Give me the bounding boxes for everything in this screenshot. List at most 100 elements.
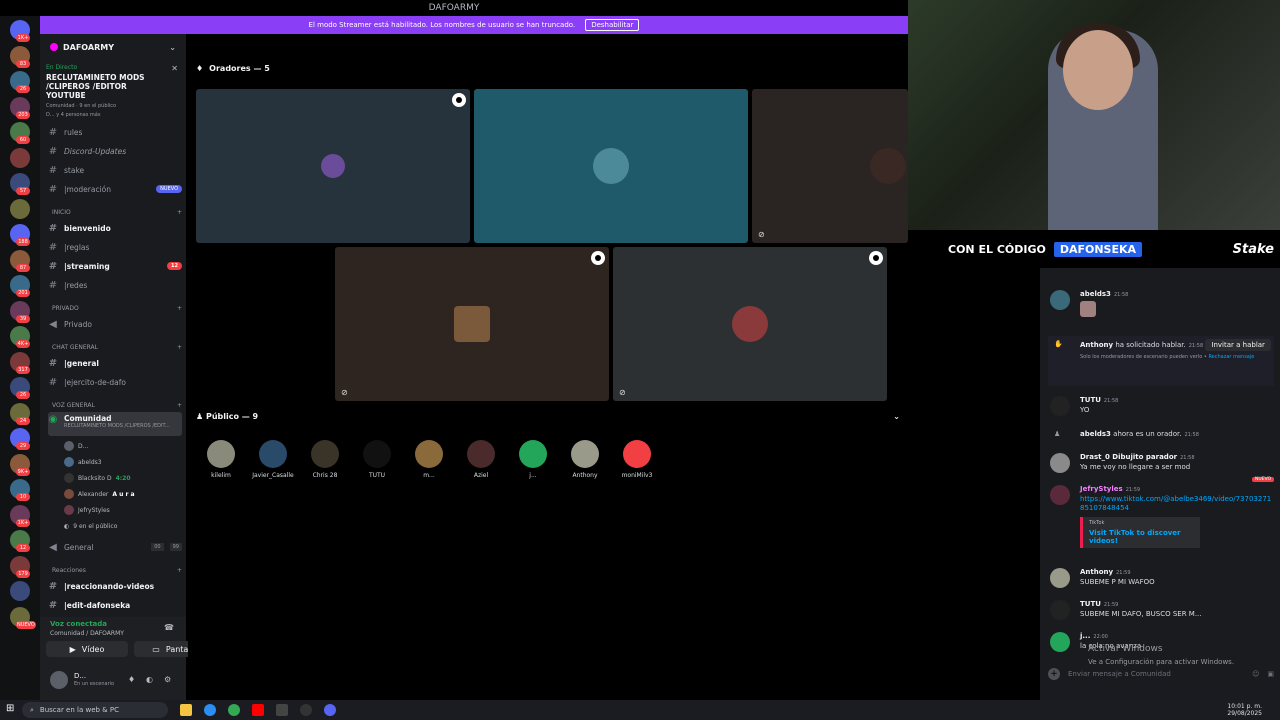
server-icon[interactable]: 60 [10, 122, 30, 144]
youtube-icon[interactable] [252, 704, 264, 716]
server-icon[interactable]: 203 [10, 96, 30, 119]
reject-link[interactable]: Rechazar mensaje [1208, 354, 1254, 360]
gear-icon[interactable]: ⚙ [164, 675, 171, 684]
voice-user[interactable]: Alexander A u r a [64, 487, 135, 501]
server-icon[interactable]: 10 [10, 479, 30, 501]
avatar[interactable] [1050, 632, 1070, 652]
channel-streaming[interactable]: # |streaming 12 [48, 258, 182, 274]
add-icon[interactable]: + [177, 344, 182, 351]
speaker-tile[interactable] [196, 89, 470, 243]
speaker-tile[interactable]: ⊘ [335, 247, 609, 401]
taskbar-search[interactable]: ⌕ Buscar en la web & PC [22, 702, 168, 718]
gift-icon[interactable]: ▣ [1267, 670, 1274, 678]
audience-member[interactable]: TUTU [353, 440, 401, 479]
channel-reaccionando-videos[interactable]: # |reaccionando-videos [48, 578, 182, 594]
close-icon[interactable]: ✕ [171, 64, 178, 73]
obs-icon[interactable] [300, 704, 312, 716]
microphone-icon[interactable]: ♦ [128, 675, 135, 684]
app-icon[interactable] [276, 704, 288, 716]
edge-icon[interactable] [204, 704, 216, 716]
start-icon[interactable]: ⊞ [6, 703, 14, 714]
chevron-down-icon[interactable]: ⌄ [169, 43, 176, 52]
avatar[interactable] [1050, 396, 1070, 416]
server-icon[interactable]: 317 [10, 351, 30, 374]
server-icon[interactable]: 1K+ [10, 504, 30, 527]
server-icon[interactable]: 188 [10, 224, 30, 246]
channel-edit-dafonseka[interactable]: # |edit-dafonseka [48, 597, 182, 613]
server-icon[interactable]: NUEVO [10, 606, 36, 629]
audience-member[interactable]: Aziel [457, 440, 505, 479]
server-icon[interactable]: 179 [10, 555, 30, 578]
embed-title-link[interactable]: Visit TikTok to discover videos! [1089, 529, 1194, 545]
channel-privado[interactable]: ◀ Privado [48, 316, 182, 332]
server-icon[interactable]: 4K+ [10, 326, 30, 348]
server-icon[interactable] [10, 581, 30, 601]
category-reacciones[interactable]: Reacciones + [52, 564, 182, 576]
add-icon[interactable]: + [1048, 668, 1060, 680]
category-inicio[interactable]: INICIO + [52, 206, 182, 218]
voice-user[interactable]: JefryStyles [64, 503, 110, 517]
avatar[interactable] [1050, 568, 1070, 588]
tiktok-link[interactable]: https://www.tiktok.com/@abelbe3469/video… [1080, 495, 1274, 513]
disconnect-icon[interactable]: ☎ [164, 623, 174, 632]
channel-bienvenido[interactable]: # bienvenido [48, 220, 182, 236]
server-icon[interactable]: 1K+ [10, 20, 30, 42]
audience-member[interactable]: Anthony [561, 440, 609, 479]
channel-ejercito[interactable]: # |ejercito-de-dafo [48, 374, 182, 390]
avatar[interactable] [1050, 290, 1070, 310]
chevron-down-icon[interactable]: ⌄ [893, 412, 900, 421]
add-icon[interactable]: + [177, 567, 182, 574]
server-icon[interactable]: 57 [10, 173, 30, 195]
add-icon[interactable]: + [177, 305, 182, 312]
audience-member[interactable]: Chris 28 [301, 440, 349, 479]
server-icon[interactable]: 29 [10, 428, 30, 450]
server-icon[interactable] [10, 147, 30, 168]
speaker-tile[interactable] [474, 89, 748, 243]
speaker-tile[interactable]: ⊘ [752, 89, 908, 243]
server-icon[interactable]: 26 [10, 377, 30, 399]
voice-user[interactable]: abelds3 [64, 455, 102, 469]
audience-member[interactable]: j... [509, 440, 557, 479]
chat-input[interactable]: + Enviar mensaje a Comunidad ☺ ▣ [1048, 666, 1274, 682]
server-icon[interactable]: 12 [10, 530, 30, 552]
speaker-tile[interactable]: ⊘ [613, 247, 887, 401]
voice-user[interactable]: D... [64, 439, 88, 453]
live-event-card[interactable]: En Directo RECLUTAMINETO MODS /CLIPEROS … [46, 64, 180, 122]
video-button[interactable]: ▶ Vídeo [46, 641, 128, 657]
avatar[interactable] [1050, 485, 1070, 505]
voice-channel-comunidad[interactable]: ◉ Comunidad RECLUTAMINETO MODS /CLIPEROS… [48, 412, 182, 436]
audience-member[interactable]: kilelim [197, 440, 245, 479]
audience-member[interactable]: Javier_Casalle [249, 440, 297, 479]
system-clock[interactable]: 10:01 p. m. 29/08/2025 [1227, 703, 1262, 717]
channel-discord-updates[interactable]: # Discord-Updates [48, 143, 182, 159]
avatar[interactable] [50, 671, 68, 689]
channel-rules[interactable]: # rules [48, 124, 182, 140]
public-header[interactable]: ♟ Público — 9 ⌄ [196, 412, 908, 421]
server-icon[interactable]: 26 [10, 71, 30, 93]
discord-icon[interactable] [324, 704, 336, 716]
avatar[interactable] [1050, 453, 1070, 473]
category-chat-general[interactable]: CHAT GENERAL + [52, 341, 182, 353]
audience-member[interactable]: moniMilv3 [613, 440, 661, 479]
server-icon[interactable] [10, 198, 30, 219]
headphones-icon[interactable]: ◐ [146, 675, 153, 684]
chrome-icon[interactable] [228, 704, 240, 716]
server-icon[interactable]: 9K+ [10, 453, 30, 476]
channel-moderacion[interactable]: # |moderación NUEVO [48, 181, 182, 197]
server-icon[interactable]: 87 [10, 249, 30, 272]
server-icon[interactable]: 24 [10, 402, 30, 425]
guild-header[interactable]: DAFOARMY ⌄ [40, 34, 186, 60]
channel-reglas[interactable]: # |reglas [48, 239, 182, 255]
disable-streamer-button[interactable]: Deshabilitar [585, 19, 640, 31]
file-explorer-icon[interactable] [180, 704, 192, 716]
server-icon[interactable]: 201 [10, 275, 30, 297]
invite-to-speak-button[interactable]: Invitar a hablar [1205, 339, 1271, 351]
audience-member[interactable]: m... [405, 440, 453, 479]
channel-general[interactable]: # |general [48, 355, 182, 371]
add-icon[interactable]: + [177, 209, 182, 216]
emoji-icon[interactable]: ☺ [1252, 670, 1259, 678]
channel-stake[interactable]: # stake [48, 162, 182, 178]
voice-channel-general[interactable]: ◀ General 00 99 [48, 539, 182, 555]
category-privado[interactable]: PRIVADO + [52, 302, 182, 314]
category-voz-general[interactable]: VOZ GENERAL + [52, 399, 182, 411]
